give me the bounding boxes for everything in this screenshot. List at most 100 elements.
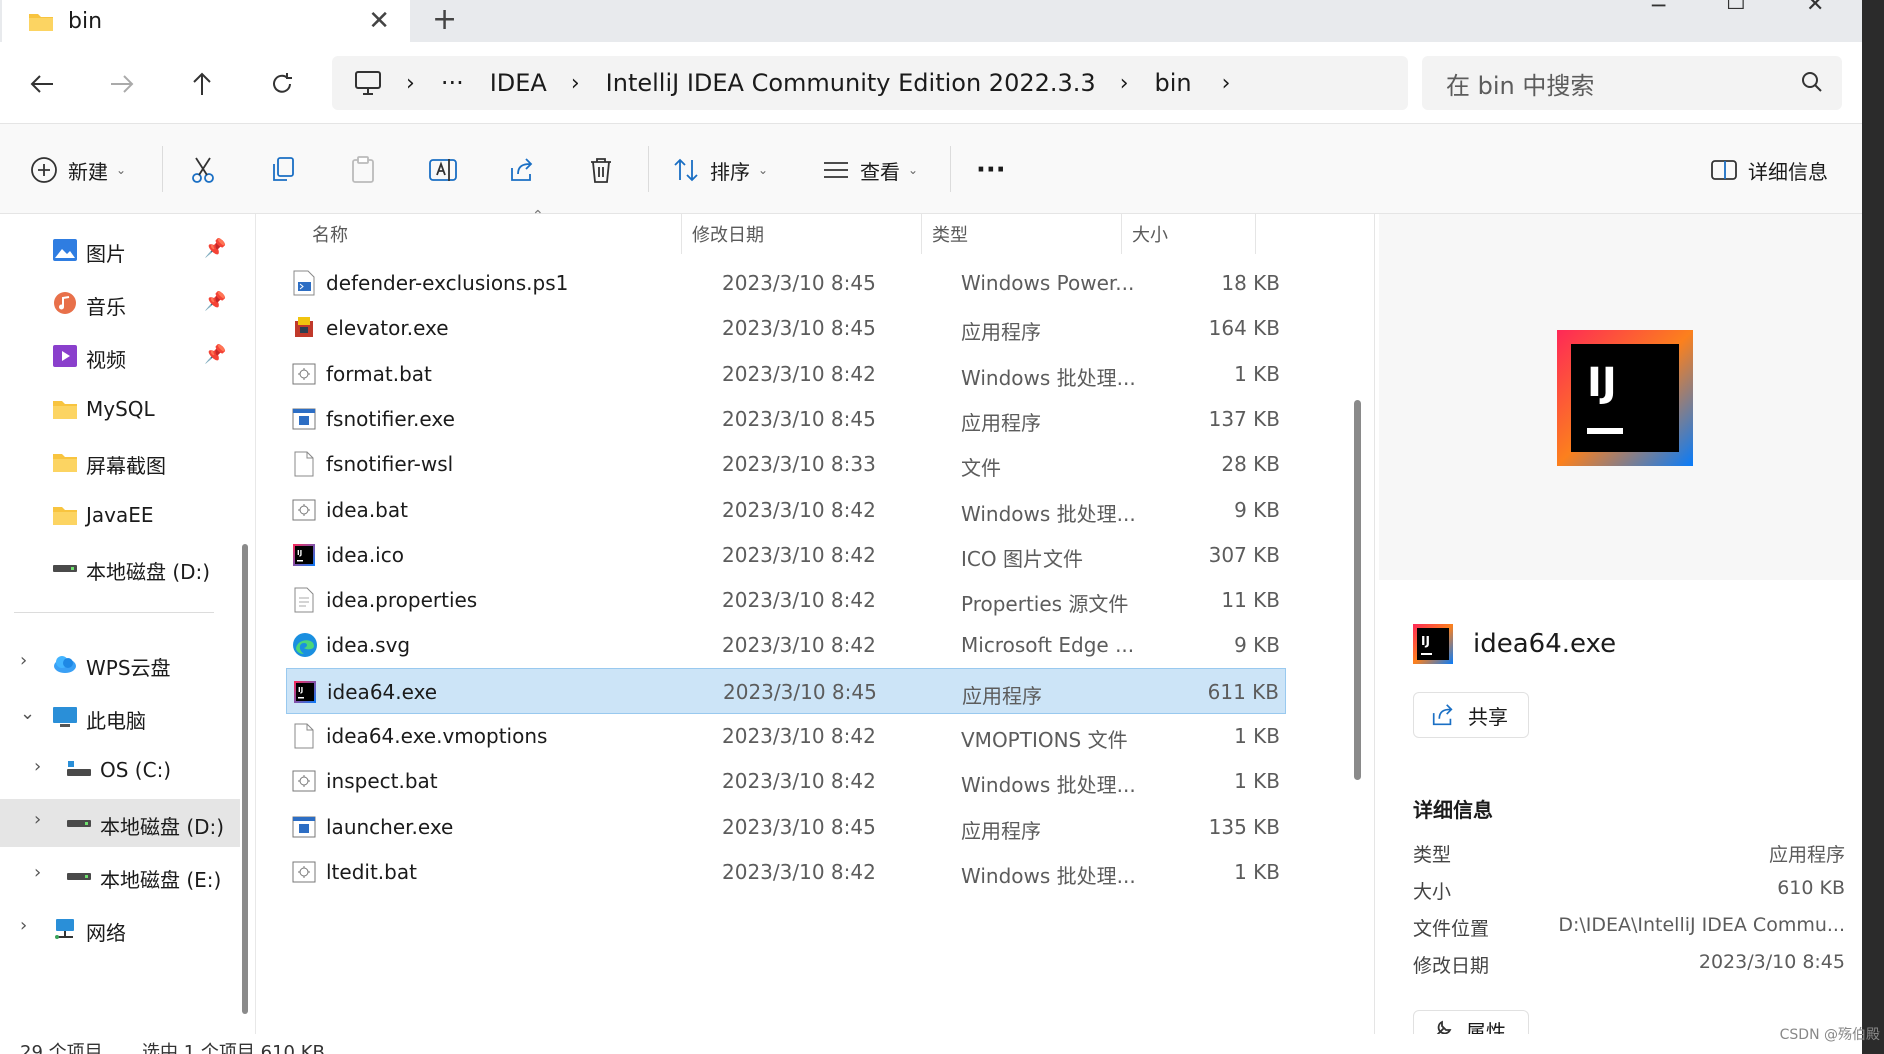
sidebar-item-javaee[interactable]: JavaEE xyxy=(0,491,240,539)
chevron-right-icon[interactable]: › xyxy=(34,809,41,830)
sidebar-item-pictures[interactable]: 图片 📌 xyxy=(0,226,240,274)
rename-button[interactable] xyxy=(428,150,458,190)
file-type: Windows 批处理... xyxy=(961,773,1136,798)
chevron-right-icon[interactable]: › xyxy=(20,650,27,671)
detail-row-size: 大小 610 KB xyxy=(1413,877,1845,907)
back-button[interactable] xyxy=(24,66,60,102)
close-tab-icon[interactable]: ✕ xyxy=(368,6,390,36)
copy-button[interactable] xyxy=(270,150,296,190)
share-button[interactable] xyxy=(508,150,536,190)
table-row[interactable]: idea64.exe.vmoptions 2023/3/10 8:42 VMOPTI… xyxy=(286,713,1286,759)
close-window-button[interactable]: ✕ xyxy=(1806,0,1824,17)
refresh-button[interactable] xyxy=(264,66,300,102)
delete-button[interactable] xyxy=(588,150,614,190)
minimize-button[interactable]: ─ xyxy=(1652,0,1665,19)
sidebar-item-videos[interactable]: 视频 📌 xyxy=(0,332,240,380)
file-type: Microsoft Edge ... xyxy=(961,633,1135,658)
folder-icon xyxy=(53,507,77,525)
sort-button[interactable]: 排序 ⌄ xyxy=(672,150,768,190)
chevron-down-icon[interactable]: ⌄ xyxy=(20,703,35,724)
pin-icon[interactable]: 📌 xyxy=(204,238,226,259)
view-button[interactable]: 查看 ⌄ xyxy=(822,150,918,190)
tree-item-wps-cloud[interactable]: › WPS云盘 xyxy=(0,640,240,688)
table-row[interactable]: ltedit.bat 2023/3/10 8:42 Windows 批处理... 1 … xyxy=(286,849,1286,895)
column-header-type[interactable]: 类型 xyxy=(922,214,1122,254)
table-row[interactable]: idea.svg 2023/3/10 8:42 Microsoft Edge ...… xyxy=(286,622,1286,668)
table-row[interactable]: defender-exclusions.ps1 2023/3/10 8:45 Win… xyxy=(286,260,1286,306)
tree-item-this-pc[interactable]: ⌄ 此电脑 xyxy=(0,693,240,741)
search-box[interactable]: 在 bin 中搜索 xyxy=(1422,56,1842,110)
breadcrumb-separator[interactable]: › xyxy=(571,71,580,96)
table-row[interactable]: fsnotifier-wsl 2023/3/10 8:33 文件 28 KB xyxy=(286,441,1286,487)
maximize-button[interactable]: ☐ xyxy=(1726,0,1746,15)
file-type: 应用程序 xyxy=(961,320,1041,345)
sidebar-item-screenshots[interactable]: 屏幕截图 xyxy=(0,438,240,486)
file-list-scrollbar[interactable] xyxy=(1354,400,1361,780)
file-icon xyxy=(292,451,316,477)
sidebar-item-mysql[interactable]: MySQL xyxy=(0,385,240,433)
intellij-icon: IJ xyxy=(292,542,316,568)
sort-button-label: 排序 xyxy=(710,159,750,184)
up-button[interactable] xyxy=(184,66,220,102)
column-header-name[interactable]: 名称 ⌃ xyxy=(286,208,682,254)
pin-icon[interactable]: 📌 xyxy=(204,344,226,365)
title-bar: bin ✕ + ─ ☐ ✕ xyxy=(0,0,1862,42)
tree-item-drive-d[interactable]: › 本地磁盘 (D:) xyxy=(0,799,240,847)
address-row: › ··· IDEA › IntelliJ IDEA Community Edi… xyxy=(0,42,1862,124)
table-row[interactable]: launcher.exe 2023/3/10 8:45 应用程序 135 KB xyxy=(286,804,1286,850)
file-date: 2023/3/10 8:45 xyxy=(722,271,876,295)
breadcrumb-overflow[interactable]: ··· xyxy=(441,69,464,97)
forward-button[interactable] xyxy=(104,66,140,102)
more-options-button[interactable]: ··· xyxy=(976,150,1006,190)
chevron-right-icon[interactable]: › xyxy=(20,915,27,936)
table-row[interactable]: format.bat 2023/3/10 8:42 Windows 批处理... 1 … xyxy=(286,351,1286,397)
column-header-date[interactable]: 修改日期 xyxy=(682,214,922,254)
sidebar-item-music[interactable]: 音乐 📌 xyxy=(0,279,240,327)
detail-row-location: 文件位置 D:\IDEA\IntelliJ IDEA Commu... xyxy=(1413,914,1845,944)
details-pane-label: 详细信息 xyxy=(1748,159,1828,184)
details-share-button[interactable]: 共享 xyxy=(1413,692,1529,738)
sidebar-scrollbar[interactable] xyxy=(242,544,248,1014)
table-row[interactable]: IJ idea64.exe 2023/3/10 8:45 应用程序 611 KB xyxy=(286,667,1286,714)
tree-item-network[interactable]: › 网络 xyxy=(0,905,240,953)
breadcrumb-intellij[interactable]: IntelliJ IDEA Community Edition 2022.3.3 xyxy=(606,69,1096,97)
search-input[interactable]: 在 bin 中搜索 xyxy=(1446,66,1594,101)
details-pane-button[interactable]: 详细信息 xyxy=(1710,150,1828,190)
address-bar[interactable]: › ··· IDEA › IntelliJ IDEA Community Edi… xyxy=(332,56,1408,110)
sidebar-item-drive-d[interactable]: 本地磁盘 (D:) xyxy=(0,544,240,592)
chevron-right-icon[interactable]: › xyxy=(34,862,41,883)
file-date: 2023/3/10 8:45 xyxy=(722,814,876,839)
file-list: 名称 ⌃ 修改日期 类型 大小 defender-exclusions.ps1 2… xyxy=(256,208,1374,1034)
file-name: idea.bat xyxy=(326,497,408,522)
breadcrumb-separator[interactable]: › xyxy=(1222,71,1231,96)
table-row[interactable]: IJ idea.ico 2023/3/10 8:42 ICO 图片文件 307 KB xyxy=(286,532,1286,578)
file-date: 2023/3/10 8:45 xyxy=(722,406,876,431)
table-row[interactable]: inspect.bat 2023/3/10 8:42 Windows 批处理... 1… xyxy=(286,758,1286,804)
table-row[interactable]: idea.bat 2023/3/10 8:42 Windows 批处理... 9 KB xyxy=(286,487,1286,533)
sort-ascending-icon: ⌃ xyxy=(532,208,544,224)
cut-button[interactable] xyxy=(190,150,216,190)
breadcrumb-separator[interactable]: › xyxy=(406,71,415,96)
table-row[interactable]: fsnotifier.exe 2023/3/10 8:45 应用程序 137 KB xyxy=(286,396,1286,442)
tree-item-label: 本地磁盘 (E:) xyxy=(100,868,222,892)
table-row[interactable]: elevator.exe 2023/3/10 8:45 应用程序 164 KB xyxy=(286,305,1286,351)
table-row[interactable]: idea.properties 2023/3/10 8:42 Properties … xyxy=(286,577,1286,623)
paste-button[interactable] xyxy=(350,150,376,190)
pin-icon[interactable]: 📌 xyxy=(204,291,226,312)
tree-item-drive-e[interactable]: › 本地磁盘 (E:) xyxy=(0,852,240,900)
new-tab-button[interactable]: + xyxy=(432,2,457,37)
breadcrumb-bin[interactable]: bin xyxy=(1155,69,1192,97)
new-button[interactable]: 新建 ⌄ xyxy=(30,150,126,190)
chevron-right-icon[interactable]: › xyxy=(34,756,41,777)
file-type: VMOPTIONS 文件 xyxy=(961,728,1128,752)
sidebar-item-label: JavaEE xyxy=(86,503,154,527)
tree-item-drive-c[interactable]: › OS (C:) xyxy=(0,746,240,794)
detail-value[interactable]: D:\IDEA\IntelliJ IDEA Commu... xyxy=(1558,914,1845,936)
column-header-size[interactable]: 大小 xyxy=(1122,214,1256,254)
breadcrumb-separator[interactable]: › xyxy=(1120,71,1129,96)
file-date: 2023/3/10 8:42 xyxy=(722,769,876,794)
tab-bin[interactable]: bin ✕ xyxy=(2,0,410,42)
file-date: 2023/3/10 8:42 xyxy=(722,633,876,658)
breadcrumb-idea[interactable]: IDEA xyxy=(490,69,547,97)
file-name: idea64.exe.vmoptions xyxy=(326,724,548,748)
